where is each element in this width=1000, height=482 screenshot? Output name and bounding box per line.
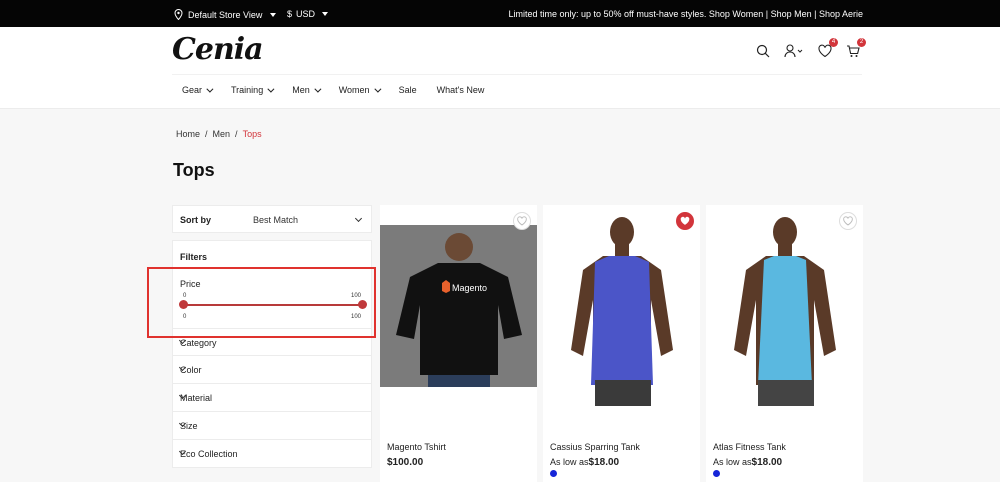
filter-size[interactable]: Size xyxy=(172,412,372,440)
nav-label: Sale xyxy=(398,85,417,95)
top-bar: Default Store View $ USD Limited time on… xyxy=(0,0,1000,27)
color-swatch[interactable] xyxy=(713,470,720,477)
nav-label: Gear xyxy=(182,85,203,95)
price-filter-highlight xyxy=(147,267,376,338)
site-header: Cenia 4 2 Gear Training Men Women Sale W… xyxy=(0,27,1000,109)
caret-down-icon xyxy=(270,12,277,17)
search-icon[interactable] xyxy=(756,44,770,58)
logo[interactable]: Cenia xyxy=(172,32,264,67)
nav-item-men[interactable]: Men xyxy=(292,85,322,95)
product-card[interactable]: Atlas Fitness Tank As low as$18.00 xyxy=(706,205,863,482)
shirt-logo-text: Magento xyxy=(452,283,487,293)
breadcrumb-home[interactable]: Home xyxy=(176,129,200,139)
product-image[interactable] xyxy=(543,210,700,406)
nav-label: What's New xyxy=(436,85,485,95)
price-value: $100.00 xyxy=(387,457,424,468)
currency-switcher[interactable]: $ USD xyxy=(287,9,329,19)
chevron-down-icon xyxy=(314,85,322,93)
heart-icon xyxy=(843,216,853,226)
filters-header: Filters xyxy=(172,240,372,268)
sort-by-dropdown[interactable]: Sort by Best Match xyxy=(172,205,372,233)
wishlist-count-badge: 4 xyxy=(829,38,838,47)
chevron-down-icon xyxy=(206,85,214,93)
filter-color[interactable]: Color xyxy=(172,356,372,384)
product-card[interactable]: Magento Magento Tshirt $100.00 xyxy=(380,205,537,482)
account-icon[interactable] xyxy=(784,44,804,58)
price-prefix: As low as xyxy=(713,457,752,467)
wishlist-button[interactable] xyxy=(513,212,531,230)
filter-label: Eco Collection xyxy=(180,449,238,459)
nav-label: Men xyxy=(292,85,310,95)
currency-label: USD xyxy=(296,9,316,19)
nav-label: Training xyxy=(231,85,264,95)
heart-icon xyxy=(517,216,527,226)
chevron-down-icon xyxy=(267,85,275,93)
breadcrumb-men[interactable]: Men xyxy=(213,129,231,139)
nav-divider xyxy=(172,74,862,75)
filter-material[interactable]: Material xyxy=(172,384,372,412)
sort-by-value: Best Match xyxy=(253,215,299,225)
breadcrumb-separator: / xyxy=(235,129,238,139)
wishlist-button[interactable] xyxy=(839,212,857,230)
breadcrumb: Home / Men / Tops xyxy=(176,129,262,139)
location-pin-icon xyxy=(174,9,183,20)
caret-down-icon xyxy=(322,12,329,16)
price-value: $18.00 xyxy=(751,457,783,468)
nav-label: Women xyxy=(338,85,370,95)
header-icons: 4 2 xyxy=(756,38,866,58)
color-swatch[interactable] xyxy=(550,470,557,477)
cart-icon[interactable]: 2 xyxy=(846,38,866,58)
filters-label: Filters xyxy=(180,252,208,262)
store-label: Default Store View xyxy=(188,9,263,20)
product-grid: Magento Magento Tshirt $100.00 Cassius S… xyxy=(380,205,863,482)
nav-item-gear[interactable]: Gear xyxy=(182,85,214,95)
chevron-down-icon xyxy=(373,85,382,93)
product-name[interactable]: Atlas Fitness Tank xyxy=(713,442,786,452)
product-image[interactable] xyxy=(706,210,863,406)
breadcrumb-separator: / xyxy=(205,129,208,139)
sort-by-label: Sort by xyxy=(180,215,212,225)
chevron-down-icon xyxy=(354,214,363,223)
product-image[interactable]: Magento xyxy=(380,225,537,387)
wishlist-icon[interactable]: 4 xyxy=(818,38,838,58)
price-prefix: As low as xyxy=(550,457,589,467)
wishlist-button[interactable] xyxy=(676,212,694,230)
price-value: $18.00 xyxy=(588,457,620,468)
product-price: As low as$18.00 xyxy=(550,457,619,468)
product-name[interactable]: Magento Tshirt xyxy=(387,442,446,452)
breadcrumb-current: Tops xyxy=(242,129,262,139)
nav-item-women[interactable]: Women xyxy=(338,85,382,95)
store-switcher[interactable]: Default Store View xyxy=(174,9,277,20)
product-price: $100.00 xyxy=(387,457,423,468)
page-title: Tops xyxy=(173,160,215,180)
main-nav: Gear Training Men Women Sale What's New xyxy=(182,85,504,95)
currency-symbol: $ xyxy=(287,9,293,19)
nav-item-sale[interactable]: Sale xyxy=(399,85,417,95)
nav-item-whats-new[interactable]: What's New xyxy=(437,85,485,95)
heart-filled-icon xyxy=(680,216,690,225)
nav-item-training[interactable]: Training xyxy=(231,85,275,95)
product-name[interactable]: Cassius Sparring Tank xyxy=(550,442,640,452)
product-card[interactable]: Cassius Sparring Tank As low as$18.00 xyxy=(543,205,700,482)
promo-text[interactable]: Limited time only: up to 50% off must-ha… xyxy=(508,9,863,19)
filter-eco-collection[interactable]: Eco Collection xyxy=(172,440,372,468)
product-price: As low as$18.00 xyxy=(713,457,782,468)
cart-count-badge: 2 xyxy=(857,38,866,47)
